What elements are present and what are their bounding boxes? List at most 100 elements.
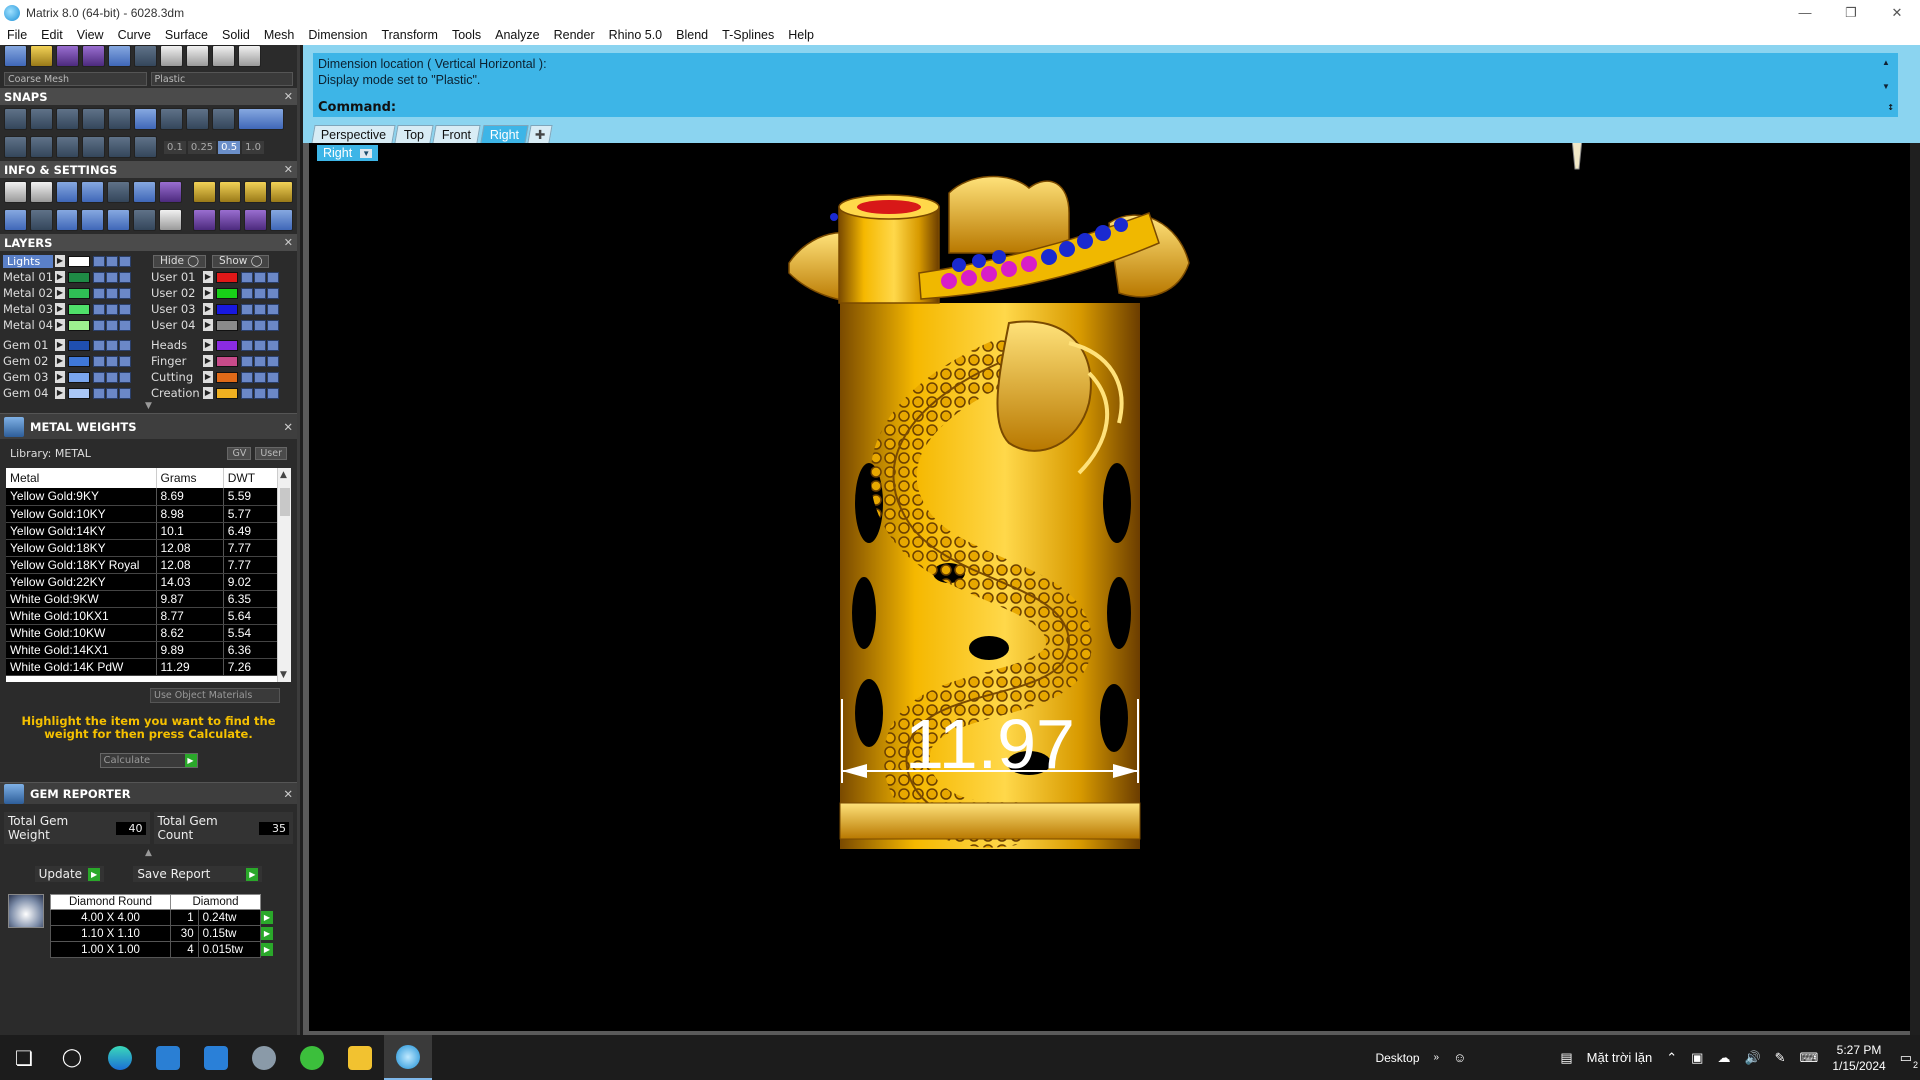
scroll-up-icon[interactable]: ▲ — [1882, 55, 1890, 71]
layer-metal-02[interactable]: Metal 02 ▶ — [3, 285, 148, 301]
layer-user-04[interactable]: User 04 ▶ — [151, 317, 296, 333]
layer-color-swatch[interactable] — [68, 355, 90, 367]
menu-item-t-splines[interactable]: T-Splines — [715, 28, 781, 42]
snap-value[interactable]: 0.1 — [164, 140, 186, 154]
select-toggle-icon[interactable] — [119, 319, 131, 331]
close-icon[interactable]: ✕ — [284, 163, 293, 176]
select-toggle-icon[interactable] — [267, 371, 279, 383]
lock-icon[interactable] — [241, 371, 253, 383]
arrow-right-icon[interactable]: ▶ — [203, 387, 213, 399]
menu-item-blend[interactable]: Blend — [669, 28, 715, 42]
layer-metal-01[interactable]: Metal 01 ▶ — [3, 269, 148, 285]
diamond-icon[interactable] — [108, 136, 131, 158]
clock[interactable]: 5:27 PM 1/15/2024 — [1832, 1042, 1885, 1074]
visible-icon[interactable] — [254, 387, 266, 399]
lock-icon[interactable] — [93, 319, 105, 331]
snap-tan-icon[interactable] — [186, 108, 209, 130]
menu-item-render[interactable]: Render — [547, 28, 602, 42]
tab-top[interactable]: Top — [394, 125, 435, 143]
layer-color-swatch[interactable] — [216, 339, 238, 351]
table-row[interactable]: Yellow Gold:18KY 12.08 7.77 — [6, 539, 279, 557]
snap-mid-icon[interactable] — [82, 108, 105, 130]
arrow-right-icon[interactable]: ▶ — [203, 271, 213, 283]
play-icon[interactable]: ▶ — [261, 927, 273, 940]
update-button[interactable]: Update ▶ — [34, 866, 105, 882]
visible-icon[interactable] — [106, 271, 118, 283]
taskbar-green-app[interactable] — [288, 1035, 336, 1080]
layer-creation[interactable]: Creation ▶ — [151, 385, 296, 401]
arrow-right-icon[interactable]: ▶ — [203, 319, 213, 331]
show-button[interactable]: Show ◯ — [212, 254, 270, 268]
arrow-right-icon[interactable]: ▶ — [203, 287, 213, 299]
close-icon[interactable]: ✕ — [283, 787, 293, 801]
document-icon[interactable] — [107, 181, 131, 203]
visible-icon[interactable] — [254, 371, 266, 383]
layer-metal-03[interactable]: Metal 03 ▶ — [3, 301, 148, 317]
close-icon[interactable]: ✕ — [284, 236, 293, 249]
menu-item-rhino-5-0[interactable]: Rhino 5.0 — [602, 28, 670, 42]
layer-color-swatch[interactable] — [68, 371, 90, 383]
lock-icon[interactable] — [241, 339, 253, 351]
planar-icon[interactable] — [30, 136, 53, 158]
layer-cutting[interactable]: Cutting ▶ — [151, 369, 296, 385]
metal-scrollbar[interactable]: ▲ ▼ — [277, 468, 291, 682]
table-row[interactable]: Yellow Gold:18KY Royal 12.08 7.77 — [6, 556, 279, 574]
light-icon[interactable] — [30, 45, 53, 67]
layer-color-swatch[interactable] — [68, 271, 90, 283]
tab-right[interactable]: Right — [480, 125, 529, 143]
metal-col-dwt[interactable]: DWT — [223, 468, 279, 488]
arrow-right-icon[interactable]: ▶ — [55, 339, 65, 351]
select-icon[interactable] — [133, 209, 156, 231]
lights-button[interactable]: Lights — [3, 254, 53, 268]
visible-icon[interactable] — [106, 355, 118, 367]
select-toggle-icon[interactable] — [267, 271, 279, 283]
scroll-up-icon[interactable]: ▲ — [280, 470, 287, 480]
select-toggle-icon[interactable] — [119, 355, 131, 367]
arrow-right-icon[interactable]: ▶ — [203, 303, 213, 315]
sphere-white-icon[interactable] — [160, 45, 183, 67]
lock-icon[interactable] — [93, 339, 105, 351]
layer-metal-04[interactable]: Metal 04 ▶ — [3, 317, 148, 333]
add-viewport-tab[interactable]: ✚ — [527, 125, 553, 143]
lock-icon[interactable] — [93, 287, 105, 299]
expand-icon[interactable]: ▲ — [0, 848, 297, 858]
layer-color-swatch[interactable] — [68, 303, 90, 315]
menu-item-mesh[interactable]: Mesh — [257, 28, 302, 42]
layer-gem-02[interactable]: Gem 02 ▶ — [3, 353, 148, 369]
layer-user-03[interactable]: User 03 ▶ — [151, 301, 296, 317]
menu-item-view[interactable]: View — [70, 28, 111, 42]
taskbar-mail[interactable] — [192, 1035, 240, 1080]
settings-icon[interactable] — [4, 181, 27, 203]
mesh-select[interactable]: Coarse Mesh — [4, 72, 147, 86]
table-row[interactable]: White Gold:10KW 8.62 5.54 — [6, 624, 279, 642]
taskbar-edge[interactable] — [96, 1035, 144, 1080]
layer-user-01[interactable]: User 01 ▶ — [151, 269, 296, 285]
layer-gem-03[interactable]: Gem 03 ▶ — [3, 369, 148, 385]
shank-icon[interactable] — [270, 181, 293, 203]
ring-icon[interactable] — [192, 181, 216, 203]
command-input[interactable] — [400, 98, 1888, 116]
pencil-icon[interactable] — [56, 136, 79, 158]
visible-icon[interactable] — [106, 287, 118, 299]
layer-gem-04[interactable]: Gem 04 ▶ — [3, 385, 148, 401]
layer-color-swatch[interactable] — [68, 319, 90, 331]
snap-point-icon[interactable] — [56, 108, 79, 130]
arrow-right-icon[interactable]: ▶ — [55, 255, 65, 267]
lock-icon[interactable] — [241, 287, 253, 299]
filter-icon[interactable] — [107, 209, 131, 231]
menu-item-dimension[interactable]: Dimension — [301, 28, 374, 42]
visible-icon[interactable] — [106, 371, 118, 383]
select-toggle-icon[interactable] — [119, 339, 131, 351]
table-row[interactable]: White Gold:14KX1 9.89 6.36 — [6, 641, 279, 659]
select-toggle-icon[interactable] — [267, 339, 279, 351]
snap-value[interactable]: 1.0 — [242, 140, 264, 154]
pen-icon[interactable]: ✎ — [1775, 1050, 1786, 1066]
snap-ortho-icon[interactable] — [238, 108, 284, 130]
snap-near-icon[interactable] — [30, 108, 53, 130]
lock-icon[interactable] — [241, 355, 253, 367]
cube-icon[interactable] — [158, 181, 182, 203]
lock-icon[interactable] — [241, 319, 253, 331]
chevron-right-icon[interactable]: » — [1434, 1052, 1440, 1063]
arrow-right-icon[interactable]: ▶ — [55, 319, 65, 331]
box-icon[interactable] — [81, 181, 105, 203]
